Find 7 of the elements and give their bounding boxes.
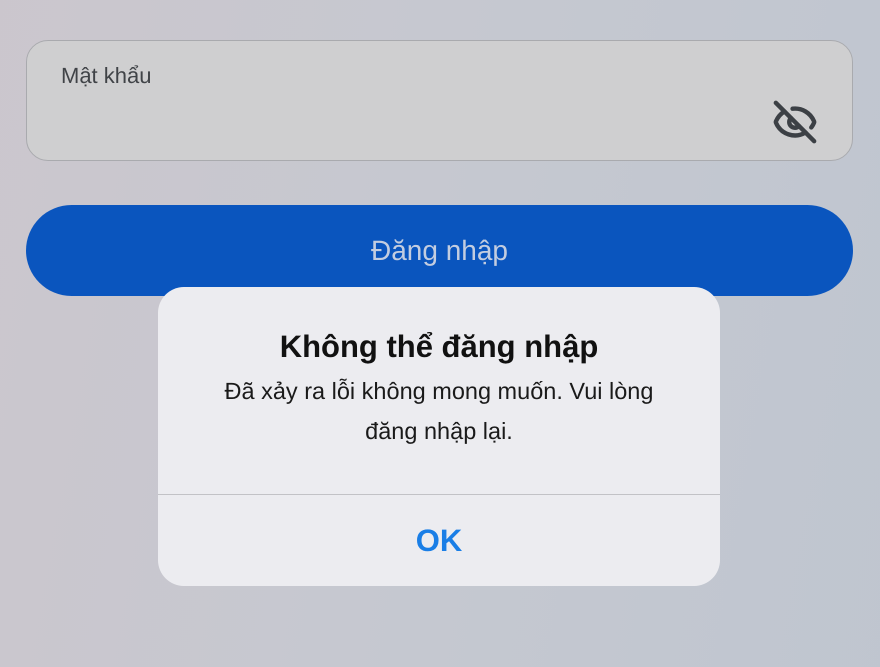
field-label: Mật khẩu xyxy=(61,63,152,89)
login-button[interactable]: Đăng nhập xyxy=(26,205,853,296)
password-field[interactable]: Mật khẩu xyxy=(26,40,853,161)
alert-message: Đã xảy ra lỗi không mong muốn. Vui lòng đăng nhập lại. xyxy=(224,377,654,446)
alert-title: Không thể đăng nhập xyxy=(280,329,598,365)
eye-off-icon[interactable] xyxy=(772,99,818,145)
ok-button[interactable]: OK xyxy=(158,495,720,586)
